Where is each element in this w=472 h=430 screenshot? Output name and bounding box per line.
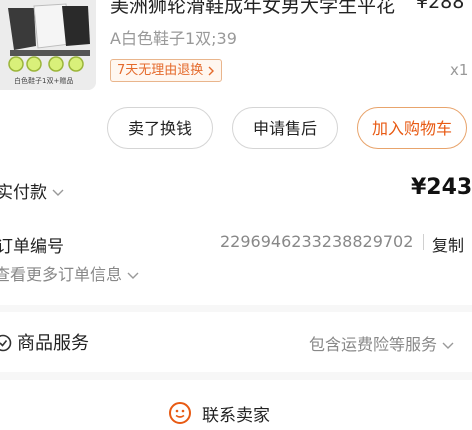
paid-amount-label: 实付款: [0, 183, 47, 203]
shield-icon: [0, 334, 12, 356]
contact-seller-button[interactable]: 联系卖家: [0, 380, 472, 430]
return-policy-label: 7天无理由退换: [117, 63, 204, 78]
return-policy-badge[interactable]: 7天无理由退换: [110, 59, 223, 82]
chevron-down-icon: [52, 183, 64, 203]
add-to-cart-button[interactable]: 加入购物车: [357, 107, 467, 149]
paid-amount-value: ¥243: [411, 175, 472, 200]
product-image[interactable]: 白色鞋子1双+赠品: [0, 0, 96, 90]
more-order-info-link[interactable]: 查看更多订单信息: [0, 261, 139, 285]
product-sku: A白色鞋子1双;39: [110, 29, 237, 48]
contact-seller-label: 联系卖家: [202, 406, 270, 426]
copy-divider: [423, 234, 424, 250]
sell-button[interactable]: 卖了换钱: [107, 107, 213, 149]
chat-face-icon: [168, 401, 192, 429]
chevron-down-icon: [127, 265, 139, 284]
product-price: ¥288: [416, 0, 465, 13]
order-number-value: 2296946233238829702: [220, 232, 414, 251]
more-order-info-label: 查看更多订单信息: [0, 265, 123, 284]
order-number-label: 订单编号: [0, 237, 64, 257]
copy-button[interactable]: 复制: [432, 232, 464, 256]
paid-amount-row[interactable]: 实付款: [0, 178, 64, 203]
product-services-description: 包含运费险等服务: [309, 331, 454, 355]
chevron-right-icon: [207, 63, 215, 78]
product-services-row[interactable]: 商品服务 包含运费险等服务: [0, 312, 472, 372]
aftersale-button[interactable]: 申请售后: [232, 107, 338, 149]
product-title[interactable]: 美洲狮轮滑鞋成年女男大学生平花: [110, 0, 395, 18]
chevron-down-icon: [442, 335, 454, 354]
product-image-caption: 白色鞋子1双+赠品: [14, 77, 74, 85]
product-quantity: x1: [450, 61, 469, 79]
product-services-label: 商品服务: [17, 333, 89, 354]
order-item-card: 白色鞋子1双+赠品 美洲狮轮滑鞋成年女男大学生平花 ¥288 A白色鞋子1双;3…: [0, 0, 472, 305]
product-services-description-text: 包含运费险等服务: [309, 335, 438, 354]
